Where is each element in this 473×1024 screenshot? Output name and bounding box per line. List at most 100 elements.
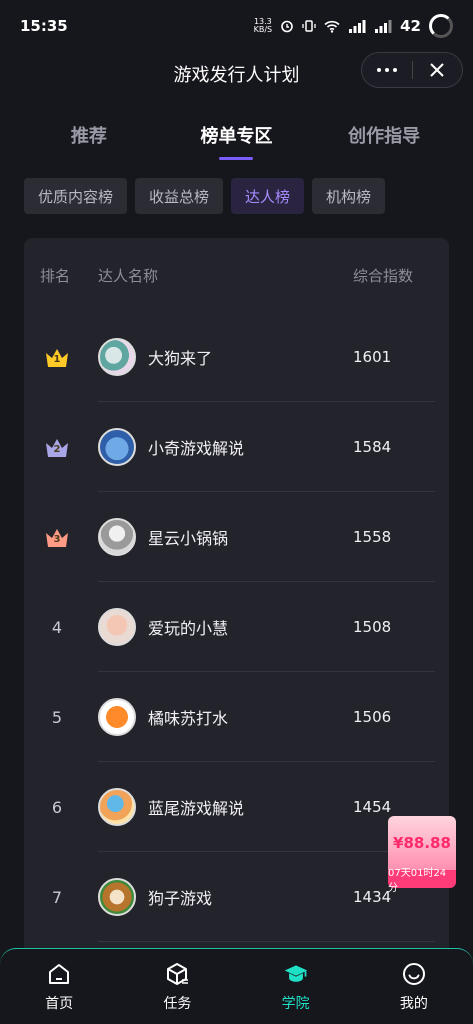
table-row[interactable]: 6 蓝尾游戏解说 1454	[24, 762, 449, 852]
creator-name: 爱玩的小慧	[148, 619, 229, 638]
nav-bar: 游戏发行人计划	[0, 52, 473, 96]
tab-recommend[interactable]: 推荐	[24, 112, 154, 162]
chip-creators[interactable]: 达人榜	[231, 178, 305, 214]
tab-creation-guide[interactable]: 创作指导	[319, 112, 449, 162]
alarm-icon	[281, 20, 293, 33]
creator-cell: 爱玩的小慧	[98, 608, 353, 646]
composite-score: 1584	[353, 438, 392, 456]
task-cube-icon	[167, 962, 189, 985]
avatar	[98, 518, 136, 556]
nav-home-label: 首页	[45, 995, 74, 1012]
crown-bronze-icon: 3	[44, 527, 70, 547]
nav-tasks-label: 任务	[163, 995, 192, 1012]
creator-name: 狗子游戏	[148, 889, 213, 908]
chip-quality-content[interactable]: 优质内容榜	[24, 178, 128, 214]
header-rank: 排名	[40, 266, 71, 285]
rank-cell: 5	[24, 708, 98, 727]
table-header: 排名 达人名称 综合指数	[24, 238, 449, 312]
creator-name: 蓝尾游戏解说	[148, 799, 245, 818]
creator-cell: 星云小锅锅	[98, 518, 353, 556]
creator-cell: 橘味苏打水	[98, 698, 353, 736]
header-name: 达人名称	[98, 266, 159, 285]
table-row[interactable]: 3 星云小锅锅 1558	[24, 492, 449, 582]
table-row[interactable]: 7 狗子游戏 1434	[24, 852, 449, 942]
creator-name: 橘味苏打水	[148, 709, 229, 728]
status-time: 15:35	[20, 17, 68, 35]
composite-score: 1601	[353, 348, 392, 366]
table-row[interactable]: 5 橘味苏打水 1506	[24, 672, 449, 762]
promo-price-box: ¥88.88	[388, 816, 456, 870]
battery-ring-icon	[429, 14, 453, 38]
rank-cell: 1	[24, 347, 98, 367]
rank-number: 6	[51, 797, 63, 817]
status-bar: 15:35 13.3 KB/S 42	[0, 0, 473, 52]
graduation-cap-icon	[284, 964, 307, 982]
rank-number: 3	[53, 534, 61, 545]
vibrate-icon	[302, 20, 316, 32]
rank-cell: 7	[24, 888, 98, 907]
ranking-table: 排名 达人名称 综合指数 1 大狗来了 1601 2 小奇游戏解说 1584 3…	[24, 238, 449, 998]
nav-home[interactable]: 首页	[0, 949, 118, 1024]
creator-cell: 狗子游戏	[98, 878, 353, 916]
table-body: 1 大狗来了 1601 2 小奇游戏解说 1584 3 星云小锅锅 1558 4…	[24, 312, 449, 998]
avatar	[98, 878, 136, 916]
signal-icon	[349, 19, 366, 33]
wifi-icon	[324, 20, 340, 33]
table-row[interactable]: 1 大狗来了 1601	[24, 312, 449, 402]
bottom-nav: 首页 任务 学院 我的	[0, 948, 473, 1024]
rank-cell: 6	[24, 798, 98, 817]
more-dots-icon[interactable]	[362, 53, 412, 87]
composite-score: 1506	[353, 708, 392, 726]
rank-cell: 2	[24, 437, 98, 457]
net-speed-unit: KB/S	[253, 25, 273, 34]
chip-agencies[interactable]: 机构榜	[312, 178, 386, 214]
nav-tasks[interactable]: 任务	[118, 949, 236, 1024]
creator-name: 星云小锅锅	[148, 529, 229, 548]
avatar	[98, 428, 136, 466]
creator-cell: 蓝尾游戏解说	[98, 788, 353, 826]
smile-profile-icon	[402, 962, 425, 985]
crown-silver-icon: 2	[44, 437, 70, 457]
rank-number: 2	[53, 444, 61, 455]
promo-countdown: 07天01时24分	[388, 868, 456, 894]
nav-academy[interactable]: 学院	[237, 949, 355, 1024]
page-title: 游戏发行人计划	[173, 65, 300, 86]
creator-cell: 大狗来了	[98, 338, 353, 376]
avatar	[98, 698, 136, 736]
tab-rankings[interactable]: 榜单专区	[171, 112, 301, 162]
status-icons: 13.3 KB/S 42	[254, 14, 453, 38]
net-speed: 13.3 KB/S	[254, 18, 273, 34]
rank-number: 5	[51, 707, 63, 727]
nav-academy-label: 学院	[281, 995, 310, 1012]
nav-profile[interactable]: 我的	[355, 949, 473, 1024]
creator-name: 小奇游戏解说	[148, 439, 245, 458]
table-row[interactable]: 2 小奇游戏解说 1584	[24, 402, 449, 492]
home-icon	[49, 963, 70, 984]
promo-price: ¥88.88	[393, 834, 451, 852]
rank-number: 4	[51, 617, 63, 637]
composite-score: 1454	[353, 798, 392, 816]
ranking-filter-chips: 优质内容榜 收益总榜 达人榜 机构榜	[24, 178, 386, 214]
promo-badge[interactable]: ¥88.88 07天01时24分	[388, 816, 456, 894]
rank-cell: 4	[24, 618, 98, 637]
avatar	[98, 338, 136, 376]
rank-cell: 3	[24, 527, 98, 547]
chip-total-revenue[interactable]: 收益总榜	[135, 178, 224, 214]
battery-level: 42	[400, 17, 421, 35]
table-row[interactable]: 4 爱玩的小慧 1508	[24, 582, 449, 672]
composite-score: 1508	[353, 618, 392, 636]
mini-app-capsule	[361, 52, 463, 88]
creator-name: 大狗来了	[148, 349, 213, 368]
crown-gold-icon: 1	[44, 347, 70, 367]
signal-icon-2	[375, 19, 392, 33]
main-tabs: 推荐 榜单专区 创作指导	[0, 112, 473, 162]
close-icon[interactable]	[413, 53, 463, 87]
rank-number: 7	[51, 887, 63, 907]
avatar	[98, 788, 136, 826]
avatar	[98, 608, 136, 646]
creator-cell: 小奇游戏解说	[98, 428, 353, 466]
rank-number: 1	[53, 354, 61, 365]
composite-score: 1558	[353, 528, 392, 546]
nav-profile-label: 我的	[399, 995, 428, 1012]
header-score: 综合指数	[353, 266, 414, 285]
